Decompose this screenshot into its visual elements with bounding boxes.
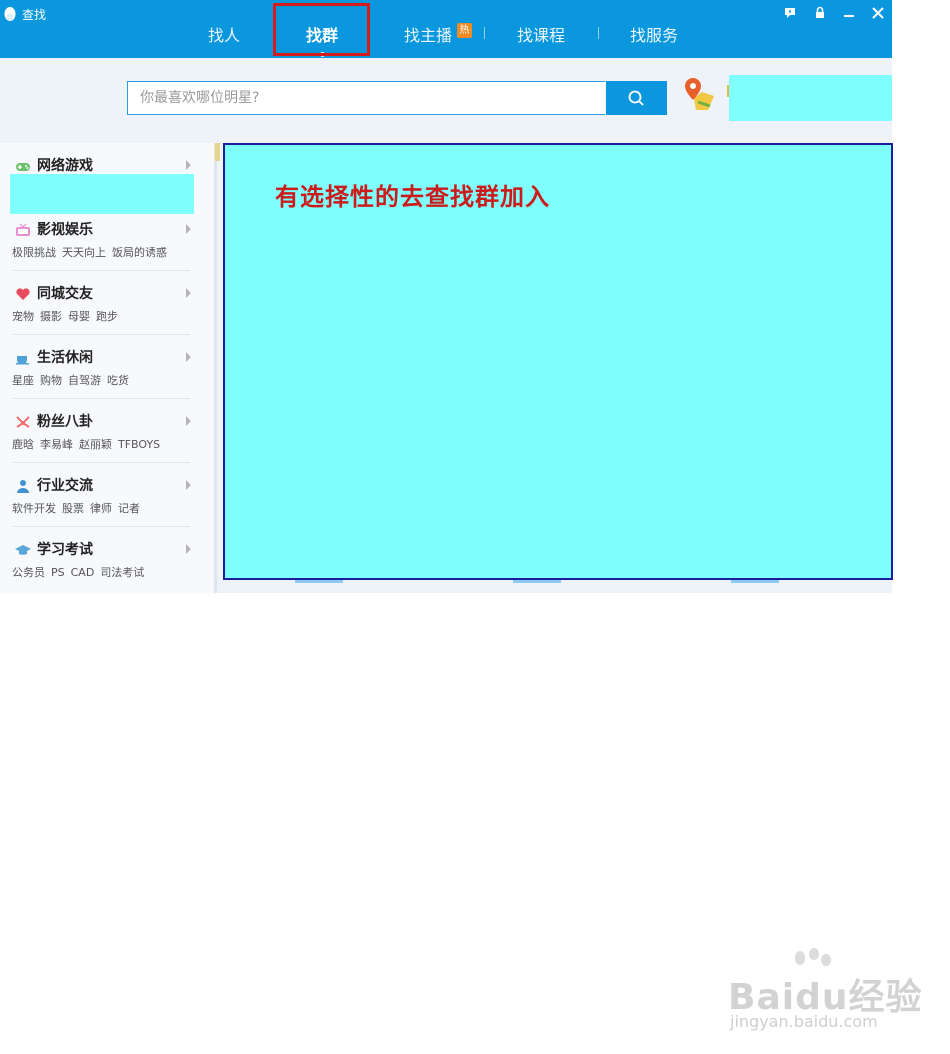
tag-link[interactable]: 赵丽颖	[79, 438, 112, 451]
annotated-content-panel: 有选择性的去查找群加入	[223, 143, 893, 580]
search-icon	[628, 90, 644, 106]
fan-icon	[16, 416, 30, 428]
gamepad-icon	[16, 163, 30, 171]
find-window: 查找 找人 找群 找主播 热 找课程 找服务 你最喜欢哪位明星? 网络游戏 影视…	[0, 0, 893, 593]
tab-separator	[598, 27, 599, 39]
graduation-cap-icon	[15, 545, 31, 555]
tag-link[interactable]: CAD	[71, 566, 95, 579]
search-button[interactable]	[606, 81, 667, 115]
category-tags: 软件开发 股票 律师 记者	[12, 500, 146, 516]
tab-find-courses[interactable]: 找课程	[517, 22, 565, 46]
hidden-item-edge	[295, 580, 343, 583]
chevron-right-icon	[186, 544, 191, 554]
category-title: 行业交流	[37, 478, 93, 494]
category-tags: 极限挑战 天天向上 饭局的诱惑	[12, 244, 173, 260]
category-title: 生活休闲	[37, 350, 93, 366]
category-leisure[interactable]: 生活休闲 星座 购物 自驾游 吃货	[0, 335, 214, 399]
category-title: 影视娱乐	[37, 222, 93, 238]
tag-link[interactable]: 饭局的诱惑	[112, 246, 167, 259]
tag-link[interactable]: 公务员	[12, 566, 45, 579]
heart-icon	[16, 288, 30, 300]
chevron-right-icon	[186, 480, 191, 490]
hidden-item-edge	[513, 580, 561, 583]
hot-badge: 热	[457, 23, 472, 38]
baidu-watermark: Baidu经验 jingyan.baidu.com	[728, 948, 928, 1038]
annotation-text: 有选择性的去查找群加入	[275, 183, 550, 211]
tag-link[interactable]: 天天向上	[62, 246, 106, 259]
tag-link[interactable]: 李易峰	[40, 438, 73, 451]
tag-link[interactable]: 鹿晗	[12, 438, 34, 451]
tag-link[interactable]: 跑步	[96, 310, 118, 323]
tag-link[interactable]: 吃货	[107, 374, 129, 387]
highlight-box	[273, 3, 370, 56]
tab-find-streamers[interactable]: 找主播	[404, 22, 452, 46]
category-local-friends[interactable]: 同城交友 宠物 摄影 母婴 跑步	[0, 271, 214, 335]
tag-link[interactable]: 购物	[40, 374, 62, 387]
tab-find-services[interactable]: 找服务	[630, 22, 678, 46]
category-title: 粉丝八卦	[37, 414, 93, 430]
tag-link[interactable]: 星座	[12, 374, 34, 387]
chevron-right-icon	[186, 352, 191, 362]
chevron-right-icon	[186, 224, 191, 234]
category-tags: 公务员 PS CAD 司法考试	[12, 564, 150, 580]
category-industry[interactable]: 行业交流 软件开发 股票 律师 记者	[0, 463, 214, 527]
tag-link[interactable]: 记者	[118, 502, 140, 515]
category-tags: 宠物 摄影 母婴 跑步	[12, 308, 124, 324]
tag-link[interactable]: TFBOYS	[118, 438, 160, 451]
category-title: 同城交友	[37, 286, 93, 302]
minimize-icon[interactable]	[840, 5, 858, 21]
watermark-url: jingyan.baidu.com	[730, 1012, 878, 1031]
tag-link[interactable]: 自驾游	[68, 374, 101, 387]
category-title: 学习考试	[37, 542, 93, 558]
search-input[interactable]	[127, 81, 605, 115]
sidebar-scrollbar[interactable]	[214, 143, 217, 593]
window-title: 查找	[22, 8, 47, 22]
chevron-right-icon	[186, 288, 191, 298]
person-icon	[17, 480, 29, 493]
category-title: 网络游戏	[37, 158, 93, 174]
feedback-icon[interactable]	[781, 5, 799, 21]
location-map-icon[interactable]	[682, 76, 716, 112]
chevron-right-icon	[186, 160, 191, 170]
tag-link[interactable]: 极限挑战	[12, 246, 56, 259]
category-film-entertainment[interactable]: 影视娱乐 极限挑战 天天向上 饭局的诱惑	[0, 207, 214, 271]
close-icon[interactable]	[869, 5, 887, 21]
tab-separator	[484, 27, 485, 39]
hidden-item-edge	[731, 580, 779, 583]
coffee-cup-icon	[16, 356, 29, 365]
category-tags: 鹿晗 李易峰 赵丽颖 TFBOYS	[12, 436, 166, 452]
chevron-right-icon	[186, 416, 191, 426]
tv-icon	[16, 223, 30, 236]
title-bar: 查找 找人 找群 找主播 热 找课程 找服务	[0, 0, 892, 58]
tag-link[interactable]: 软件开发	[12, 502, 56, 515]
sidebar-scroll-thumb[interactable]	[215, 143, 220, 161]
qq-penguin-icon	[4, 7, 16, 21]
tag-link[interactable]: PS	[51, 566, 65, 579]
redaction-block	[729, 75, 892, 121]
category-fan-gossip[interactable]: 粉丝八卦 鹿晗 李易峰 赵丽颖 TFBOYS	[0, 399, 214, 463]
tag-link[interactable]: 宠物	[12, 310, 34, 323]
tag-link[interactable]: 律师	[90, 502, 112, 515]
tag-link[interactable]: 摄影	[40, 310, 62, 323]
lock-icon[interactable]	[811, 5, 829, 21]
category-study-exams[interactable]: 学习考试 公务员 PS CAD 司法考试	[0, 527, 214, 591]
redaction-block	[10, 174, 194, 214]
tag-link[interactable]: 司法考试	[100, 566, 144, 579]
tag-link[interactable]: 股票	[62, 502, 84, 515]
tag-link[interactable]: 母婴	[68, 310, 90, 323]
tab-find-people[interactable]: 找人	[208, 22, 240, 46]
category-tags: 星座 购物 自驾游 吃货	[12, 372, 135, 388]
